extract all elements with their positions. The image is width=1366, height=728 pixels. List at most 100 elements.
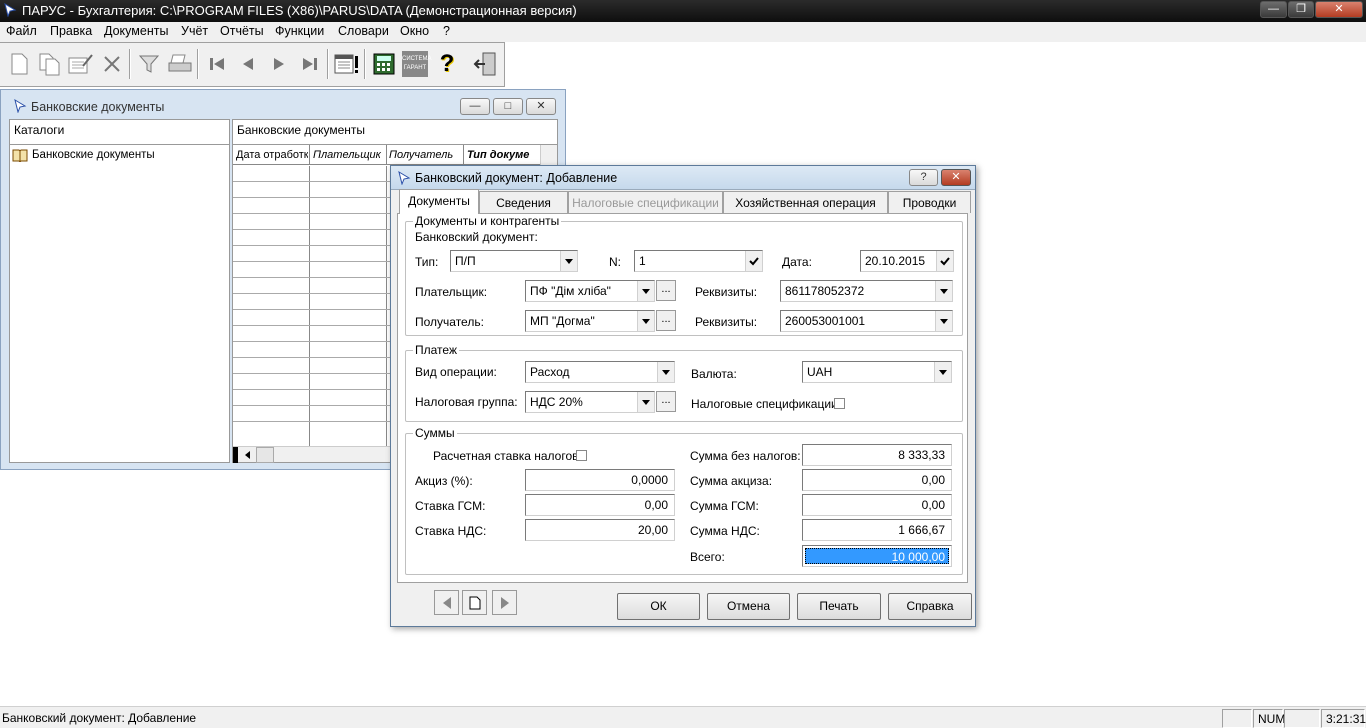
chevron-down-icon <box>637 392 654 412</box>
new-record-button[interactable] <box>462 590 487 615</box>
catalog-item-label: Банковские документы <box>32 149 155 161</box>
edit-doc-icon[interactable] <box>65 48 95 80</box>
type-select[interactable]: П/П <box>450 250 578 272</box>
excise-label: Акциз (%): <box>415 474 473 488</box>
no-tax-label: Сумма без налогов: <box>690 449 801 463</box>
tax-spec-checkbox[interactable] <box>834 398 845 409</box>
group-payment: Платеж Вид операции: Расход Валюта: UAH … <box>405 343 963 422</box>
print-icon[interactable] <box>165 48 195 80</box>
menu-accounting[interactable]: Учёт <box>181 24 208 38</box>
exit-icon[interactable] <box>470 48 500 80</box>
status-text: Банковский документ: Добавление <box>2 711 197 725</box>
number-select[interactable]: 1 <box>634 250 763 272</box>
maximize-button[interactable]: ❐ <box>1288 1 1314 18</box>
col-recipient[interactable]: Получатель <box>389 149 453 161</box>
date-label: Дата: <box>782 255 812 269</box>
tab-info[interactable]: Сведения <box>479 191 568 213</box>
next-record-button[interactable] <box>492 590 517 615</box>
currency-label: Валюта: <box>691 367 737 381</box>
col-payer[interactable]: Плательщик <box>313 149 381 161</box>
prev-record-icon[interactable] <box>233 48 263 80</box>
ok-button[interactable]: ОК <box>617 593 700 620</box>
filter-icon[interactable] <box>134 48 164 80</box>
child-close-button[interactable]: ✕ <box>526 98 556 115</box>
payer-browse-button[interactable]: ... <box>656 280 676 301</box>
group-sums-label: Суммы <box>413 426 457 440</box>
vat-rate-field[interactable]: 20,00 <box>525 519 675 541</box>
new-doc-icon[interactable] <box>4 48 34 80</box>
scroll-left-icon[interactable] <box>239 447 255 463</box>
delete-icon[interactable] <box>97 48 127 80</box>
tax-spec-label: Налоговые спецификации: <box>691 397 842 411</box>
scroll-thumb[interactable] <box>256 447 274 463</box>
menu-edit[interactable]: Правка <box>50 24 92 38</box>
dialog-close-button[interactable]: ✕ <box>941 169 971 186</box>
payer-select[interactable]: ПФ "Дім хліба" <box>525 280 655 302</box>
currency-select[interactable]: UAH <box>802 361 952 383</box>
menu-dictionaries[interactable]: Словари <box>338 24 389 38</box>
grid-header-row: Дата отработк Плательщик Получатель Тип … <box>233 145 557 165</box>
copy-doc-icon[interactable] <box>34 48 64 80</box>
catalog-item[interactable]: Банковские документы <box>12 148 155 162</box>
toolbar: СИСТЕМА ГАРАНТ ? <box>0 42 505 87</box>
chevron-down-icon <box>637 281 654 301</box>
chevron-down-icon <box>560 251 577 271</box>
tax-group-browse-button[interactable]: ... <box>656 391 676 412</box>
tab-body: Документы и контрагенты Банковский докум… <box>397 213 968 583</box>
chevron-down-icon <box>657 362 674 382</box>
tab-business-operation[interactable]: Хозяйственная операция <box>723 191 888 213</box>
help-button[interactable]: Справка <box>888 593 972 620</box>
first-record-icon[interactable] <box>202 48 232 80</box>
tab-tax-specs[interactable]: Налоговые спецификации <box>568 191 723 213</box>
tab-postings[interactable]: Проводки <box>888 191 971 213</box>
excise-sum-field[interactable]: 0,00 <box>802 469 952 491</box>
recipient-requisites-select[interactable]: 260053001001 <box>780 310 953 332</box>
app-title: ПАРУС - Бухгалтерия: C:\PROGRAM FILES (X… <box>22 3 577 18</box>
col-date[interactable]: Дата отработк <box>236 149 308 161</box>
payer-req-label: Реквизиты: <box>695 285 758 299</box>
chevron-down-icon <box>637 311 654 331</box>
status-bar: Банковский документ: Добавление NUM 3:21… <box>0 706 1366 728</box>
menu-window[interactable]: Окно <box>400 24 429 38</box>
print-button[interactable]: Печать <box>797 593 881 620</box>
child-maximize-button[interactable]: □ <box>493 98 523 115</box>
system-garant-icon[interactable]: СИСТЕМА ГАРАНТ <box>400 48 431 80</box>
op-type-select[interactable]: Расход <box>525 361 675 383</box>
menu-file[interactable]: Файл <box>6 24 37 38</box>
minimize-button[interactable]: — <box>1260 1 1287 18</box>
help-icon[interactable]: ? <box>432 48 462 80</box>
dialog-help-button[interactable]: ? <box>909 169 938 186</box>
child-minimize-button[interactable]: — <box>460 98 490 115</box>
recipient-select[interactable]: МП "Догма" <box>525 310 655 332</box>
tax-group-select[interactable]: НДС 20% <box>525 391 655 413</box>
close-button[interactable]: ✕ <box>1315 1 1363 18</box>
vat-sum-label: Сумма НДС: <box>690 524 760 538</box>
menu-functions[interactable]: Функции <box>275 24 324 38</box>
cancel-button[interactable]: Отмена <box>707 593 790 620</box>
recipient-browse-button[interactable]: ... <box>656 310 676 331</box>
gsm-rate-field[interactable]: 0,00 <box>525 494 675 516</box>
excise-field[interactable]: 0,0000 <box>525 469 675 491</box>
status-scroll <box>1284 709 1320 728</box>
group-docs-label: Документы и контрагенты <box>413 214 562 228</box>
prev-record-button[interactable] <box>434 590 459 615</box>
calc-rate-checkbox[interactable] <box>576 450 587 461</box>
gsm-rate-label: Ставка ГСМ: <box>415 499 486 513</box>
gsm-sum-field[interactable]: 0,00 <box>802 494 952 516</box>
menu-help[interactable]: ? <box>443 24 450 38</box>
calculator-icon[interactable] <box>369 48 399 80</box>
total-field[interactable]: 10 000,00 <box>802 545 952 567</box>
menu-reports[interactable]: Отчёты <box>220 24 264 38</box>
menu-documents[interactable]: Документы <box>104 24 168 38</box>
vat-sum-field[interactable]: 1 666,67 <box>802 519 952 541</box>
no-tax-field[interactable]: 8 333,33 <box>802 444 952 466</box>
date-field[interactable]: 20.10.2015 <box>860 250 954 272</box>
last-record-icon[interactable] <box>295 48 325 80</box>
tab-documents[interactable]: Документы <box>399 189 479 214</box>
app-titlebar: ПАРУС - Бухгалтерия: C:\PROGRAM FILES (X… <box>0 0 1366 22</box>
next-record-icon[interactable] <box>264 48 294 80</box>
payer-requisites-select[interactable]: 861178052372 <box>780 280 953 302</box>
col-doc-type[interactable]: Тип докуме <box>467 149 539 161</box>
calendar-icon[interactable] <box>332 48 362 80</box>
grid-scroll-up[interactable] <box>540 145 557 165</box>
